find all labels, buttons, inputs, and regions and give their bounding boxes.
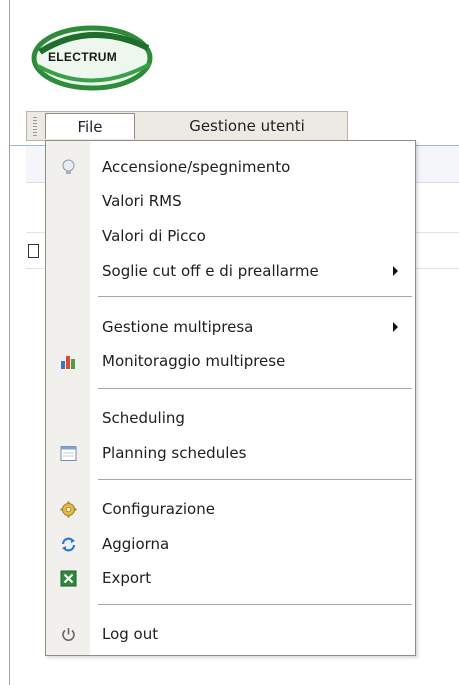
window-left-border [9, 0, 10, 685]
menu-separator [98, 604, 412, 605]
menu-item-monitoraggio-multiprese[interactable]: Monitoraggio multiprese [46, 346, 415, 376]
menu-item-label: Gestione multipresa [102, 318, 254, 336]
menu-item-aggiorna[interactable]: Aggiorna [46, 529, 415, 559]
row-checkbox[interactable] [28, 244, 39, 258]
file-dropdown-menu: Accensione/spegnimento Valori RMS Valori… [45, 140, 416, 656]
menu-item-planning-schedules[interactable]: Planning schedules [46, 438, 415, 468]
menu-separator [98, 388, 412, 389]
menu-item-label: Export [102, 569, 152, 587]
menu-file[interactable]: File [45, 113, 135, 139]
calendar-icon [60, 445, 77, 462]
menu-bar: File Gestione utenti [26, 111, 348, 141]
menu-item-log-out[interactable]: Log out [46, 619, 415, 649]
menu-separator [98, 296, 412, 297]
menu-item-label: Aggiorna [102, 535, 170, 553]
menu-item-configurazione[interactable]: Configurazione [46, 494, 415, 524]
menu-separator [98, 479, 412, 480]
menu-item-label: Configurazione [102, 500, 215, 518]
app-window: ELECTRUM File Gestione utenti Accensione… [0, 0, 459, 685]
menu-item-valori-rms[interactable]: Valori RMS [46, 186, 415, 216]
refresh-icon [60, 536, 77, 553]
excel-icon [60, 570, 77, 587]
menu-item-valori-di-picco[interactable]: Valori di Picco [46, 221, 415, 251]
menu-item-label: Scheduling [102, 409, 185, 427]
menu-item-label: Planning schedules [102, 444, 247, 462]
electrum-logo: ELECTRUM [30, 22, 160, 94]
menu-item-label: Valori RMS [102, 192, 182, 210]
menu-item-label: Soglie cut off e di preallarme [102, 262, 319, 280]
bar-chart-icon [60, 353, 77, 370]
submenu-arrow-icon [393, 322, 398, 332]
menu-item-gestione-multipresa[interactable]: Gestione multipresa [46, 312, 415, 342]
submenu-arrow-icon [393, 266, 398, 276]
menu-item-export[interactable]: Export [46, 563, 415, 593]
menubar-grip[interactable] [33, 117, 37, 136]
power-icon [60, 626, 77, 643]
menu-item-label: Monitoraggio multiprese [102, 352, 286, 370]
menu-gestione-utenti[interactable]: Gestione utenti [149, 113, 345, 139]
menu-item-scheduling[interactable]: Scheduling [46, 403, 415, 433]
menu-item-label: Log out [102, 625, 159, 643]
logo-text: ELECTRUM [48, 50, 118, 64]
menu-item-accensione-spegnimento[interactable]: Accensione/spegnimento [46, 152, 415, 182]
menu-item-label: Accensione/spegnimento [102, 158, 291, 176]
lightbulb-icon [60, 159, 77, 176]
gear-icon [60, 501, 77, 518]
menu-item-label: Valori di Picco [102, 227, 206, 245]
menu-item-soglie-cut-off[interactable]: Soglie cut off e di preallarme [46, 256, 415, 286]
